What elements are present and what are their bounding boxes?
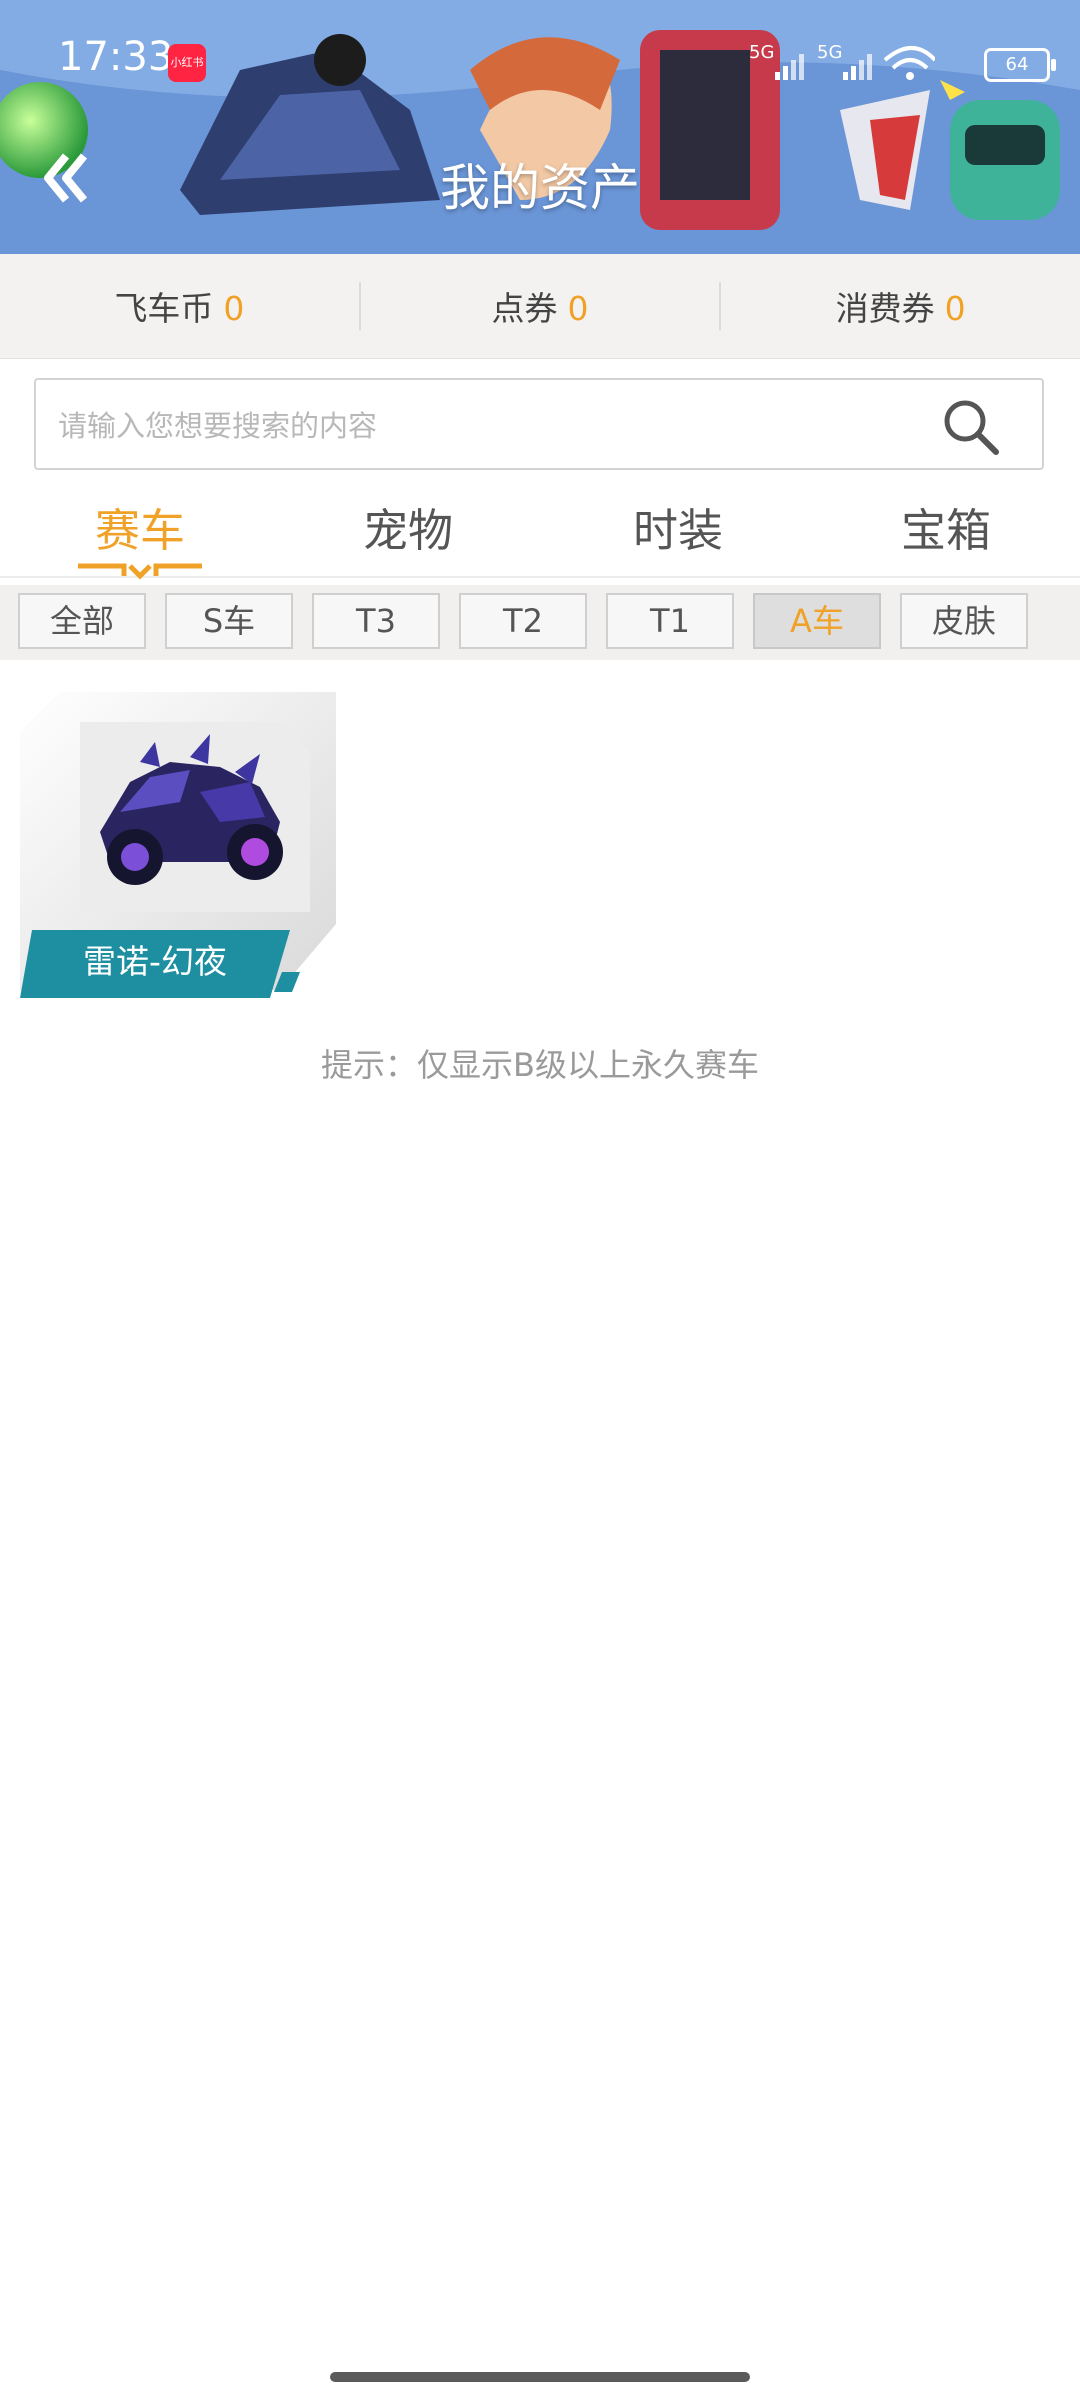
tab-fashion[interactable]: 时装	[578, 494, 778, 559]
filter-skin[interactable]: 皮肤	[900, 593, 1028, 649]
category-tabs: 赛车 宠物 时装 宝箱	[0, 480, 1080, 580]
battery-indicator: 64	[984, 48, 1056, 82]
header-banner: 17:33 小红书 5G 5G 64 我的资产	[0, 0, 1080, 254]
network-type-1: 5G	[749, 42, 774, 63]
tab-treasure-box[interactable]: 宝箱	[846, 494, 1046, 559]
car-item-card[interactable]: 雷诺-幻夜	[20, 692, 338, 1002]
filter-t2[interactable]: T2	[459, 593, 587, 649]
signal-wifi-icons: 5G 5G	[749, 42, 935, 80]
network-type-2: 5G	[817, 42, 842, 63]
currency-label: 消费券	[835, 289, 935, 328]
filter-t3[interactable]: T3	[312, 593, 440, 649]
home-indicator[interactable]	[330, 2372, 750, 2382]
filter-all[interactable]: 全部	[18, 593, 146, 649]
hint-text: 提示：仅显示B级以上永久赛车	[321, 1046, 759, 1084]
currency-label: 飞车币	[114, 289, 214, 328]
currency-bar: 飞车币 0 点券 0 消费券 0	[0, 254, 1080, 359]
car-name-label: 雷诺-幻夜	[83, 942, 227, 981]
currency-value: 0	[944, 289, 966, 328]
active-tab-indicator	[78, 563, 202, 580]
notification-app-icon: 小红书	[168, 44, 206, 82]
currency-value: 0	[567, 289, 589, 328]
currency-dianquan: 点券 0	[361, 282, 720, 330]
currency-label: 点券	[491, 289, 558, 328]
page-title: 我的资产	[440, 159, 640, 217]
filter-s-car[interactable]: S车	[165, 593, 293, 649]
currency-value: 0	[223, 289, 245, 328]
currency-xiaofeiquan: 消费券 0	[721, 282, 1080, 330]
tab-racecar[interactable]: 赛车	[40, 494, 240, 559]
filter-t1[interactable]: T1	[606, 593, 734, 649]
status-time: 17:33	[58, 34, 174, 80]
filter-bar: 全部 S车 T3 T2 T1 A车 皮肤	[0, 585, 1080, 660]
filter-a-car[interactable]: A车	[753, 593, 881, 649]
currency-feichebi: 飞车币 0	[0, 282, 359, 330]
search-input[interactable]	[56, 398, 920, 454]
search-bar	[34, 378, 1044, 470]
tab-pet[interactable]: 宠物	[308, 494, 508, 559]
search-icon[interactable]	[940, 396, 1002, 458]
